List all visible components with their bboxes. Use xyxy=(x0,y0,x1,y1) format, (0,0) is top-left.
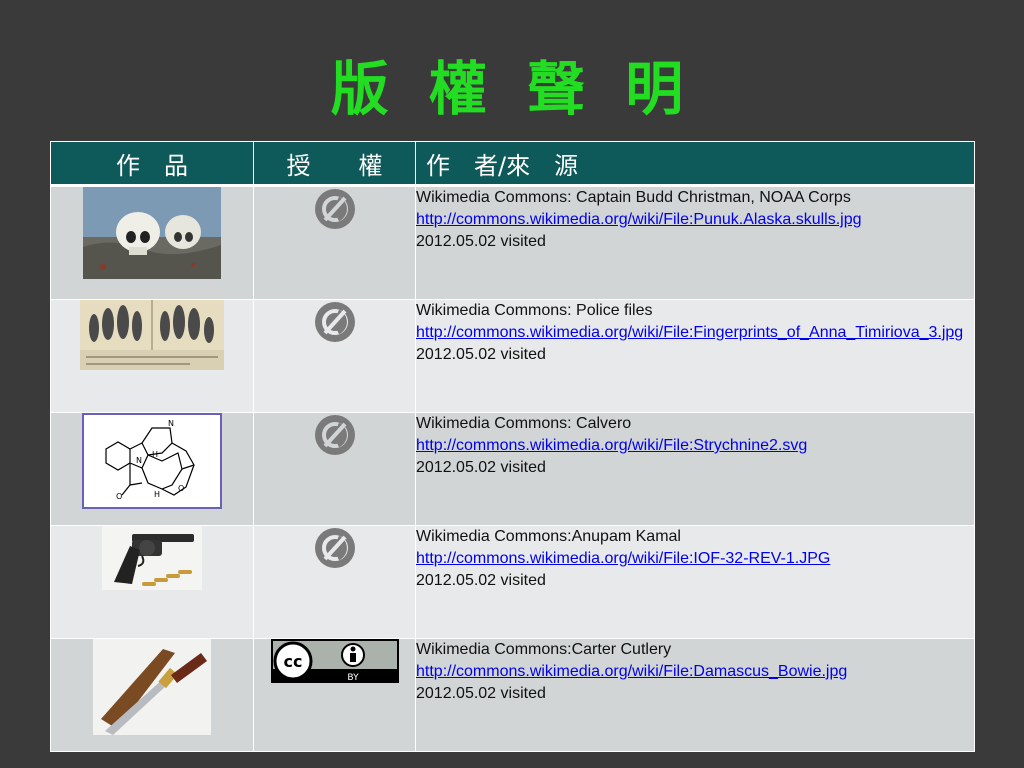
bowie-knife-image xyxy=(93,639,211,735)
license-cell xyxy=(253,185,416,300)
visited-date: 2012.05.02 visited xyxy=(416,233,546,250)
svg-text:O: O xyxy=(178,484,184,493)
fingerprints-image xyxy=(80,300,224,370)
author-text: Wikimedia Commons: Calvero xyxy=(416,415,632,432)
source-cell: Wikimedia Commons: Calvero http://common… xyxy=(415,412,975,526)
table-row: Wikimedia Commons:Anupam Kamal http://co… xyxy=(50,525,975,639)
license-cell: cc BY xyxy=(253,638,416,752)
cc-by-icon: cc BY xyxy=(270,639,399,683)
work-image-cell xyxy=(50,185,254,300)
svg-text:H: H xyxy=(152,450,158,459)
credits-table: 作 品 授 權 作 者/來 源 Wikimedia Commons: Capta… xyxy=(50,141,975,752)
work-image-cell xyxy=(50,525,254,639)
slide-title: 版 權 聲 明 xyxy=(330,55,694,123)
visited-date: 2012.05.02 visited xyxy=(416,572,546,589)
source-cell: Wikimedia Commons:Anupam Kamal http://co… xyxy=(415,525,975,639)
source-cell: Wikimedia Commons: Police files http://c… xyxy=(415,299,975,413)
public-domain-icon xyxy=(314,415,355,455)
source-link[interactable]: http://commons.wikimedia.org/wiki/File:F… xyxy=(416,322,974,344)
license-cell xyxy=(253,412,416,526)
skulls-image xyxy=(83,187,221,279)
strychnine-structure-image: N N H H O O xyxy=(82,413,222,509)
visited-date: 2012.05.02 visited xyxy=(416,346,546,363)
svg-text:N: N xyxy=(168,419,174,428)
work-image-cell xyxy=(50,638,254,752)
header-work: 作 品 xyxy=(50,141,254,187)
header-author-source: 作 者/來 源 xyxy=(415,141,975,187)
author-text: Wikimedia Commons:Carter Cutlery xyxy=(416,641,672,658)
source-link[interactable]: http://commons.wikimedia.org/wiki/File:D… xyxy=(416,661,974,683)
svg-text:cc: cc xyxy=(283,652,302,671)
source-link[interactable]: http://commons.wikimedia.org/wiki/File:P… xyxy=(416,209,974,231)
table-header-row: 作 品 授 權 作 者/來 源 xyxy=(50,141,975,187)
visited-date: 2012.05.02 visited xyxy=(416,459,546,476)
author-text: Wikimedia Commons: Police files xyxy=(416,302,653,319)
source-link[interactable]: http://commons.wikimedia.org/wiki/File:S… xyxy=(416,435,974,457)
svg-text:N: N xyxy=(136,456,142,465)
svg-text:O: O xyxy=(116,492,122,501)
public-domain-icon xyxy=(314,302,355,342)
table-row: Wikimedia Commons: Police files http://c… xyxy=(50,299,975,413)
source-cell: Wikimedia Commons: Captain Budd Christma… xyxy=(415,185,975,300)
table-row: Wikimedia Commons: Captain Budd Christma… xyxy=(50,185,975,300)
source-cell: Wikimedia Commons:Carter Cutlery http://… xyxy=(415,638,975,752)
source-link[interactable]: http://commons.wikimedia.org/wiki/File:I… xyxy=(416,548,974,570)
work-image-cell: N N H H O O xyxy=(50,412,254,526)
license-cell xyxy=(253,525,416,639)
table-row: cc BY Wikimedia Commons:Carter Cutlery h… xyxy=(50,638,975,752)
public-domain-icon xyxy=(314,189,355,229)
header-license: 授 權 xyxy=(253,141,416,187)
revolver-image xyxy=(102,526,202,590)
svg-text:H: H xyxy=(154,490,160,499)
author-text: Wikimedia Commons:Anupam Kamal xyxy=(416,528,681,545)
visited-date: 2012.05.02 visited xyxy=(416,685,546,702)
cc-by-label: BY xyxy=(347,673,359,683)
table-row: N N H H O O Wikimedia Commons: Calvero http… xyxy=(50,412,975,526)
public-domain-icon xyxy=(314,528,355,568)
license-cell xyxy=(253,299,416,413)
author-text: Wikimedia Commons: Captain Budd Christma… xyxy=(416,189,851,206)
work-image-cell xyxy=(50,299,254,413)
